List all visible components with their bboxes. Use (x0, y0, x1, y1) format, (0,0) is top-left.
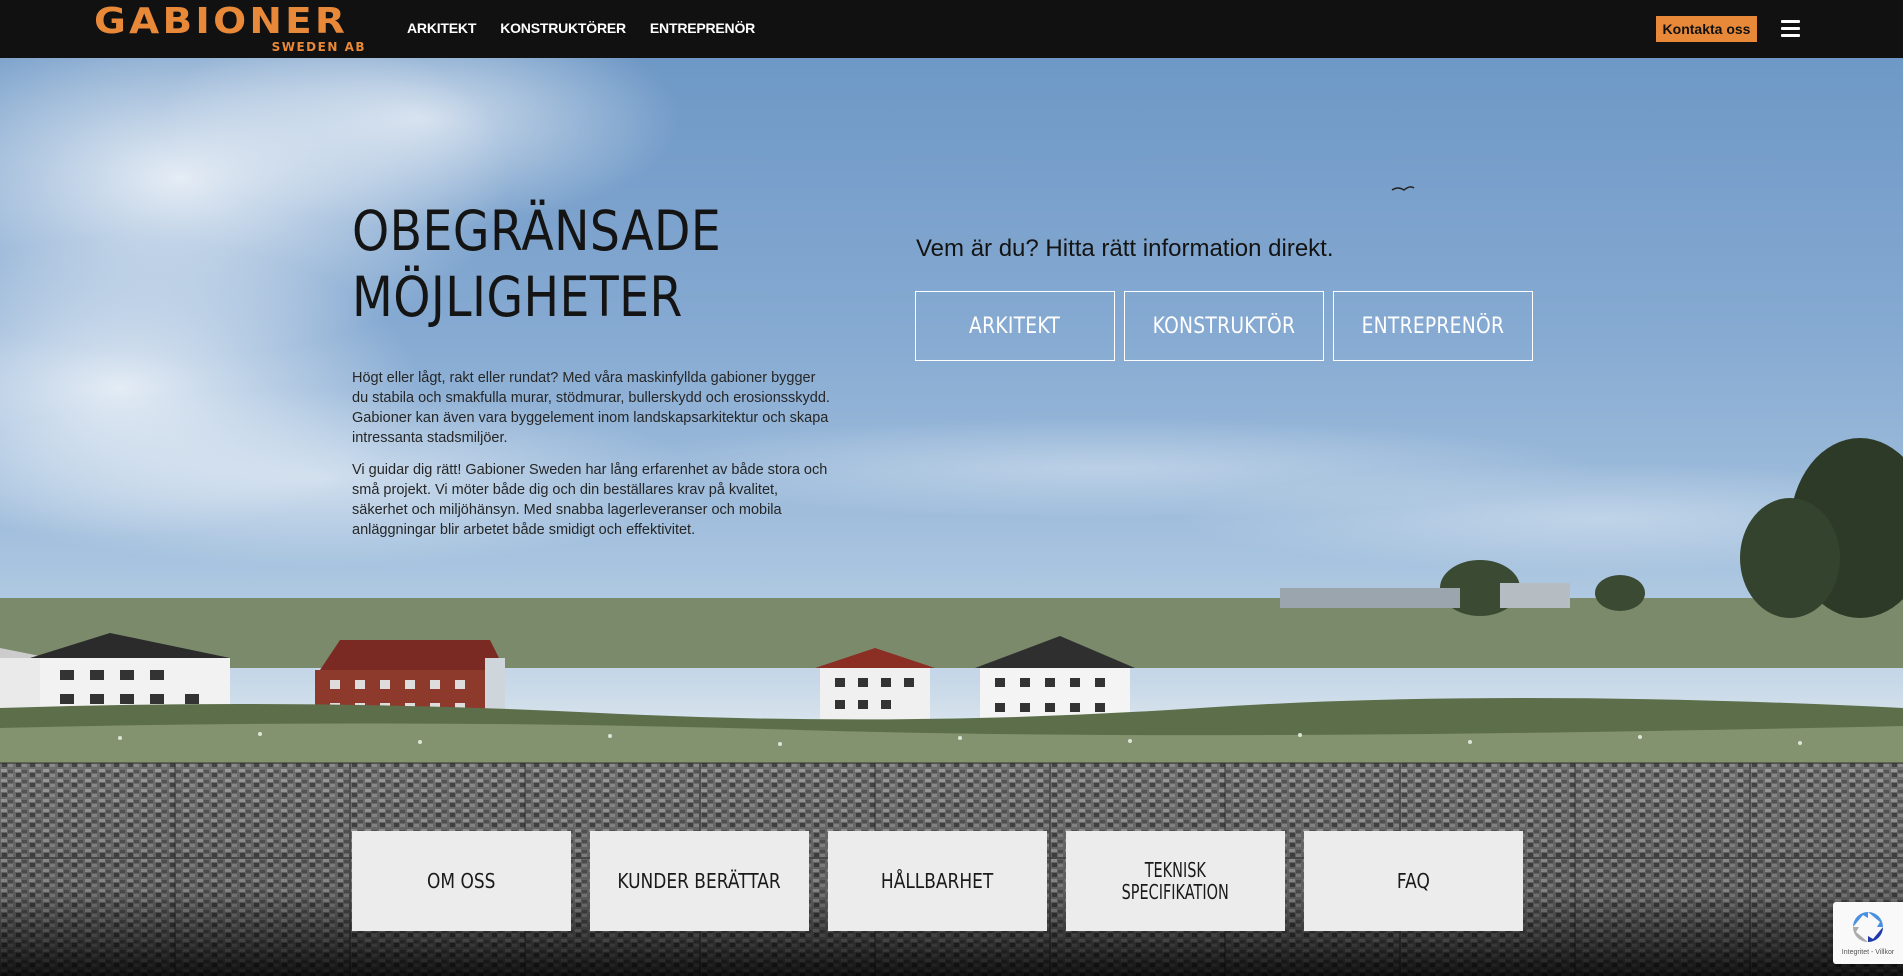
recaptcha-badge[interactable]: Integritet - Villkor (1833, 902, 1903, 964)
tile-label-line-2: SPECIFIKATION (1121, 880, 1230, 904)
main-menu: ARKITEKT KONSTRUKTÖRER ENTREPRENÖR (407, 20, 755, 36)
intro-paragraph-1: Högt eller lågt, rakt eller rundat? Med … (352, 370, 830, 446)
recaptcha-icon (1853, 912, 1883, 942)
tile-faq[interactable]: FAQ (1304, 831, 1523, 931)
headline-line-1: OBEGRÄNSADE (352, 199, 722, 263)
top-navigation: GABIONER SWEDEN AB ARKITEKT KONSTRUKTÖRE… (0, 0, 1903, 58)
logo-subtitle: SWEDEN AB (271, 40, 366, 54)
hero-section: OBEGRÄNSADE MÖJLIGHETER Högt eller lågt,… (0, 58, 1903, 976)
tile-hallbarhet[interactable]: HÅLLBARHET (828, 831, 1047, 931)
tile-teknisk-specifikation[interactable]: TEKNISK SPECIFIKATION (1066, 831, 1285, 931)
logo-wordmark: GABIONER (94, 1, 349, 42)
nav-link-arkitekt[interactable]: ARKITEKT (407, 20, 476, 36)
hero-headline: OBEGRÄNSADE MÖJLIGHETER (352, 198, 721, 330)
intro-paragraph-2: Vi guidar dig rätt! Gabioner Sweden har … (352, 462, 828, 538)
role-button-konstruktor[interactable]: KONSTRUKTÖR (1124, 291, 1324, 361)
role-button-arkitekt[interactable]: ARKITEKT (915, 291, 1115, 361)
nav-link-konstruktorer[interactable]: KONSTRUKTÖRER (500, 20, 626, 36)
intro-text: Högt eller lågt, rakt eller rundat? Med … (352, 368, 832, 540)
recaptcha-links[interactable]: Integritet - Villkor (1833, 949, 1903, 956)
tile-label-line-1: TEKNISK (1144, 858, 1207, 882)
nav-link-entreprenor[interactable]: ENTREPRENÖR (650, 20, 755, 36)
headline-line-2: MÖJLIGHETER (352, 265, 683, 329)
info-tiles: OM OSS KUNDER BERÄTTAR HÅLLBARHET TEKNIS… (352, 831, 1523, 931)
gabioner-logo[interactable]: GABIONER SWEDEN AB (94, 1, 366, 55)
audience-prompt: Vem är du? Hitta rätt information direkt… (916, 235, 1334, 262)
audience-buttons: ARKITEKT KONSTRUKTÖR ENTREPRENÖR (915, 291, 1533, 361)
contact-button[interactable]: Kontakta oss (1656, 16, 1757, 42)
hamburger-icon[interactable] (1781, 20, 1800, 37)
tile-kunder-berattar[interactable]: KUNDER BERÄTTAR (590, 831, 809, 931)
role-button-entreprenor[interactable]: ENTREPRENÖR (1333, 291, 1533, 361)
tile-om-oss[interactable]: OM OSS (352, 831, 571, 931)
